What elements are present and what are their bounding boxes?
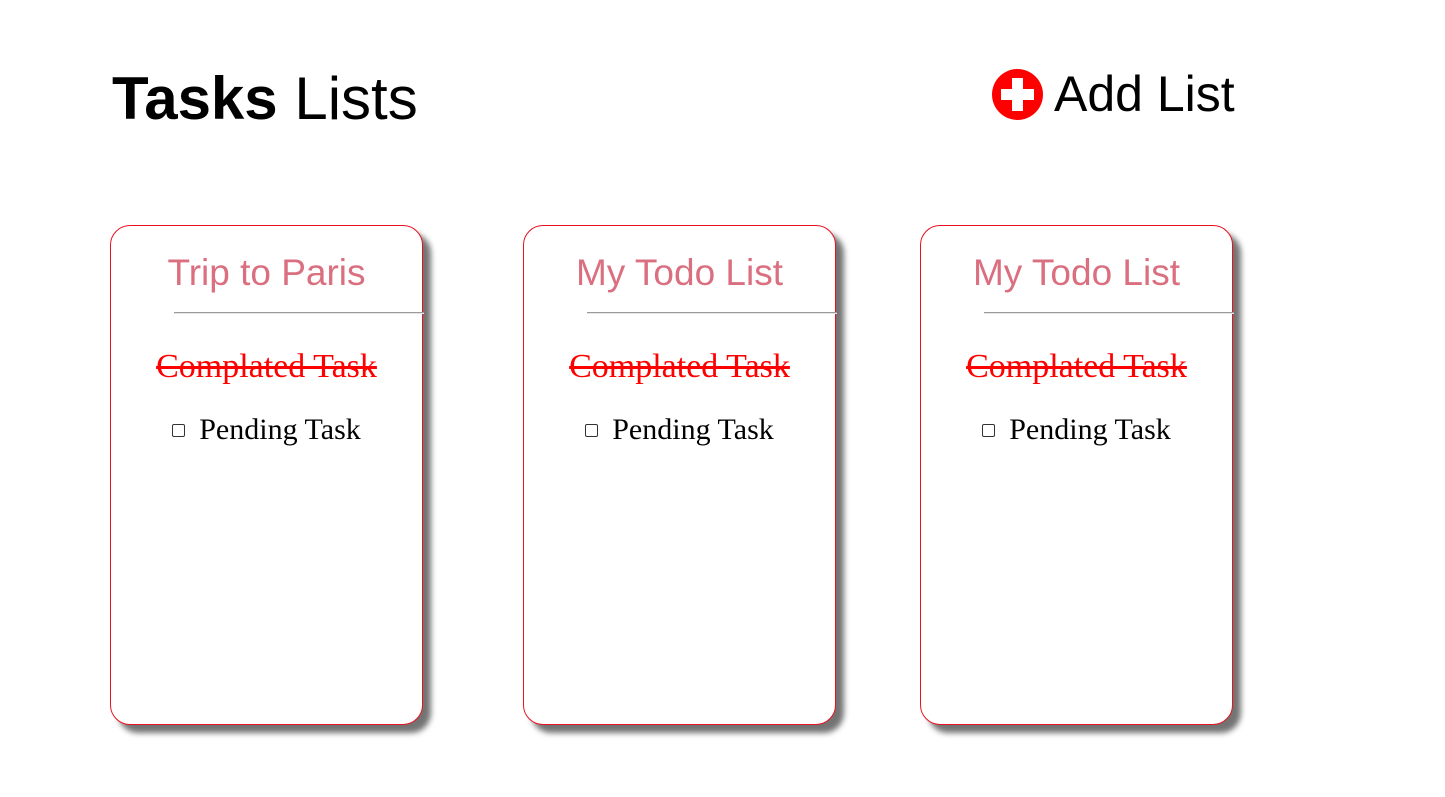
title-divider bbox=[984, 312, 1234, 314]
completed-task[interactable]: Complated Task bbox=[111, 348, 422, 386]
pending-task-label[interactable]: Pending Task bbox=[612, 412, 774, 448]
task-checkbox[interactable] bbox=[585, 423, 599, 437]
page-title-rest: Lists bbox=[277, 65, 418, 132]
list-title[interactable]: Trip to Paris bbox=[111, 251, 422, 295]
pending-task-label[interactable]: Pending Task bbox=[1009, 412, 1171, 448]
add-list-label: Add List bbox=[1054, 66, 1235, 122]
list-card: My Todo List Complated Task Pending Task bbox=[920, 225, 1234, 725]
completed-task[interactable]: Complated Task bbox=[524, 348, 835, 386]
pending-task: Pending Task bbox=[111, 412, 422, 448]
task-checkbox[interactable] bbox=[172, 423, 186, 437]
pending-task-label[interactable]: Pending Task bbox=[199, 412, 361, 448]
title-divider bbox=[174, 312, 424, 314]
plus-circle-icon bbox=[992, 68, 1043, 120]
list-card: Trip to Paris Complated Task Pending Tas… bbox=[110, 225, 424, 725]
page-title-bold: Tasks bbox=[112, 65, 278, 132]
title-divider bbox=[587, 312, 837, 314]
task-checkbox[interactable] bbox=[982, 423, 996, 437]
add-list-button[interactable]: Add List bbox=[992, 68, 1235, 120]
pending-task: Pending Task bbox=[921, 412, 1232, 448]
list-title[interactable]: My Todo List bbox=[921, 251, 1232, 295]
list-card: My Todo List Complated Task Pending Task bbox=[523, 225, 837, 725]
pending-task: Pending Task bbox=[524, 412, 835, 448]
list-title[interactable]: My Todo List bbox=[524, 251, 835, 295]
page-title: Tasks Lists bbox=[112, 64, 418, 134]
completed-task[interactable]: Complated Task bbox=[921, 348, 1232, 386]
